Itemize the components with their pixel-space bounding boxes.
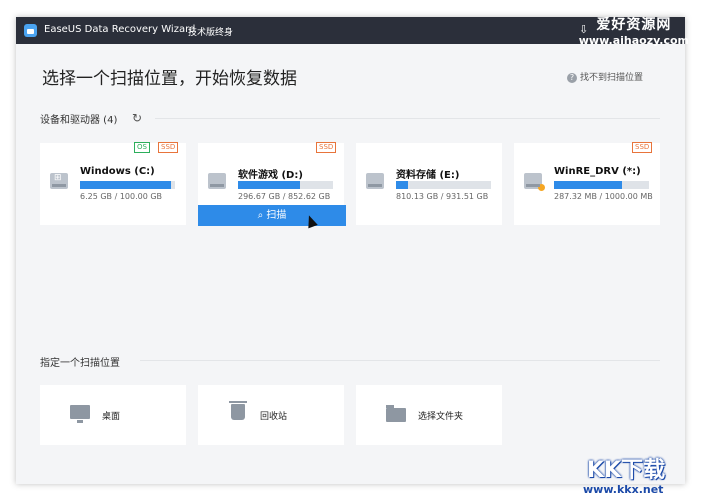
drive-usage-bar — [80, 181, 175, 189]
ssd-tag: SSD — [158, 142, 179, 153]
drive-usage-fill — [554, 181, 623, 189]
drive-card-e[interactable]: 资料存储 (E:) 810.13 GB / 931.51 GB — [356, 143, 502, 225]
watermark-logo: KK下载 — [587, 458, 666, 483]
help-link-label: 找不到扫描位置 — [580, 73, 644, 83]
drive-usage-bar — [238, 181, 333, 189]
ssd-tag: SSD — [316, 142, 337, 153]
drive-name: 资料存储 (E:) — [396, 170, 460, 181]
drive-usage-bar — [396, 181, 491, 189]
location-recycle-bin[interactable]: 回收站 — [198, 385, 344, 445]
hard-drive-icon — [366, 173, 384, 189]
refresh-icon[interactable]: ↻ — [132, 111, 142, 125]
question-icon: ? — [567, 73, 577, 83]
locations-section-label: 指定一个扫描位置 — [40, 358, 120, 369]
devices-divider — [155, 118, 660, 119]
warning-dot-icon — [538, 184, 545, 191]
desktop-icon — [70, 405, 90, 423]
locations-divider — [140, 360, 660, 361]
ssd-tag: SSD — [632, 142, 653, 153]
drive-usage-fill — [80, 181, 172, 189]
drive-card-c[interactable]: OS SSD Windows (C:) 6.25 GB / 100.00 GB — [40, 142, 186, 225]
watermark-title: 爱好资源网 — [596, 17, 672, 33]
scan-button[interactable]: ⌕ 扫描 — [198, 205, 346, 226]
recovery-drive-icon — [524, 173, 545, 191]
location-desktop[interactable]: 桌面 — [40, 385, 186, 445]
recycle-bin-icon — [229, 401, 247, 420]
drive-size: 6.25 GB / 100.00 GB — [80, 192, 163, 201]
page-title: 选择一个扫描位置，开始恢复数据 — [42, 69, 297, 89]
drive-card-d[interactable]: SSD 软件游戏 (D:) 296.67 GB / 852.62 GB ⌕ 扫描 — [198, 142, 346, 226]
watermark-site: 爱好资源网 www.aihaozy.com — [579, 14, 689, 47]
windows-drive-icon — [50, 173, 68, 189]
drive-card-winre[interactable]: SSD WinRE_DRV (*:) 287.32 MB / 1000.00 M… — [514, 142, 660, 225]
drive-name: Windows (C:) — [80, 166, 155, 177]
app-title: EaseUS Data Recovery Wizard — [44, 24, 196, 35]
location-select-folder[interactable]: 选择文件夹 — [356, 385, 502, 445]
drive-name: 软件游戏 (D:) — [238, 170, 303, 181]
watermark-corner-url: www.kkx.net — [583, 483, 664, 496]
devices-section-label: 设备和驱动器 (4) — [40, 115, 118, 126]
drive-size: 810.13 GB / 931.51 GB — [396, 192, 489, 201]
scan-button-label: 扫描 — [266, 210, 287, 221]
location-label: 回收站 — [260, 412, 288, 422]
help-link[interactable]: ? 找不到扫描位置 — [567, 70, 643, 83]
drive-name: WinRE_DRV (*:) — [554, 166, 641, 177]
drive-usage-fill — [396, 181, 409, 189]
location-label: 选择文件夹 — [418, 412, 464, 422]
drive-usage-bar — [554, 181, 649, 189]
folder-icon — [386, 405, 406, 422]
app-logo-icon — [24, 24, 37, 37]
hard-drive-icon — [208, 173, 226, 189]
drive-usage-fill — [238, 181, 300, 189]
location-label: 桌面 — [102, 412, 121, 422]
os-tag: OS — [134, 142, 150, 153]
watermark-url: www.aihaozy.com — [578, 34, 689, 47]
app-edition: 技术版终身 — [188, 28, 234, 38]
drive-size: 287.32 MB / 1000.00 MB — [554, 192, 653, 201]
drive-size: 296.67 GB / 852.62 GB — [238, 192, 331, 201]
